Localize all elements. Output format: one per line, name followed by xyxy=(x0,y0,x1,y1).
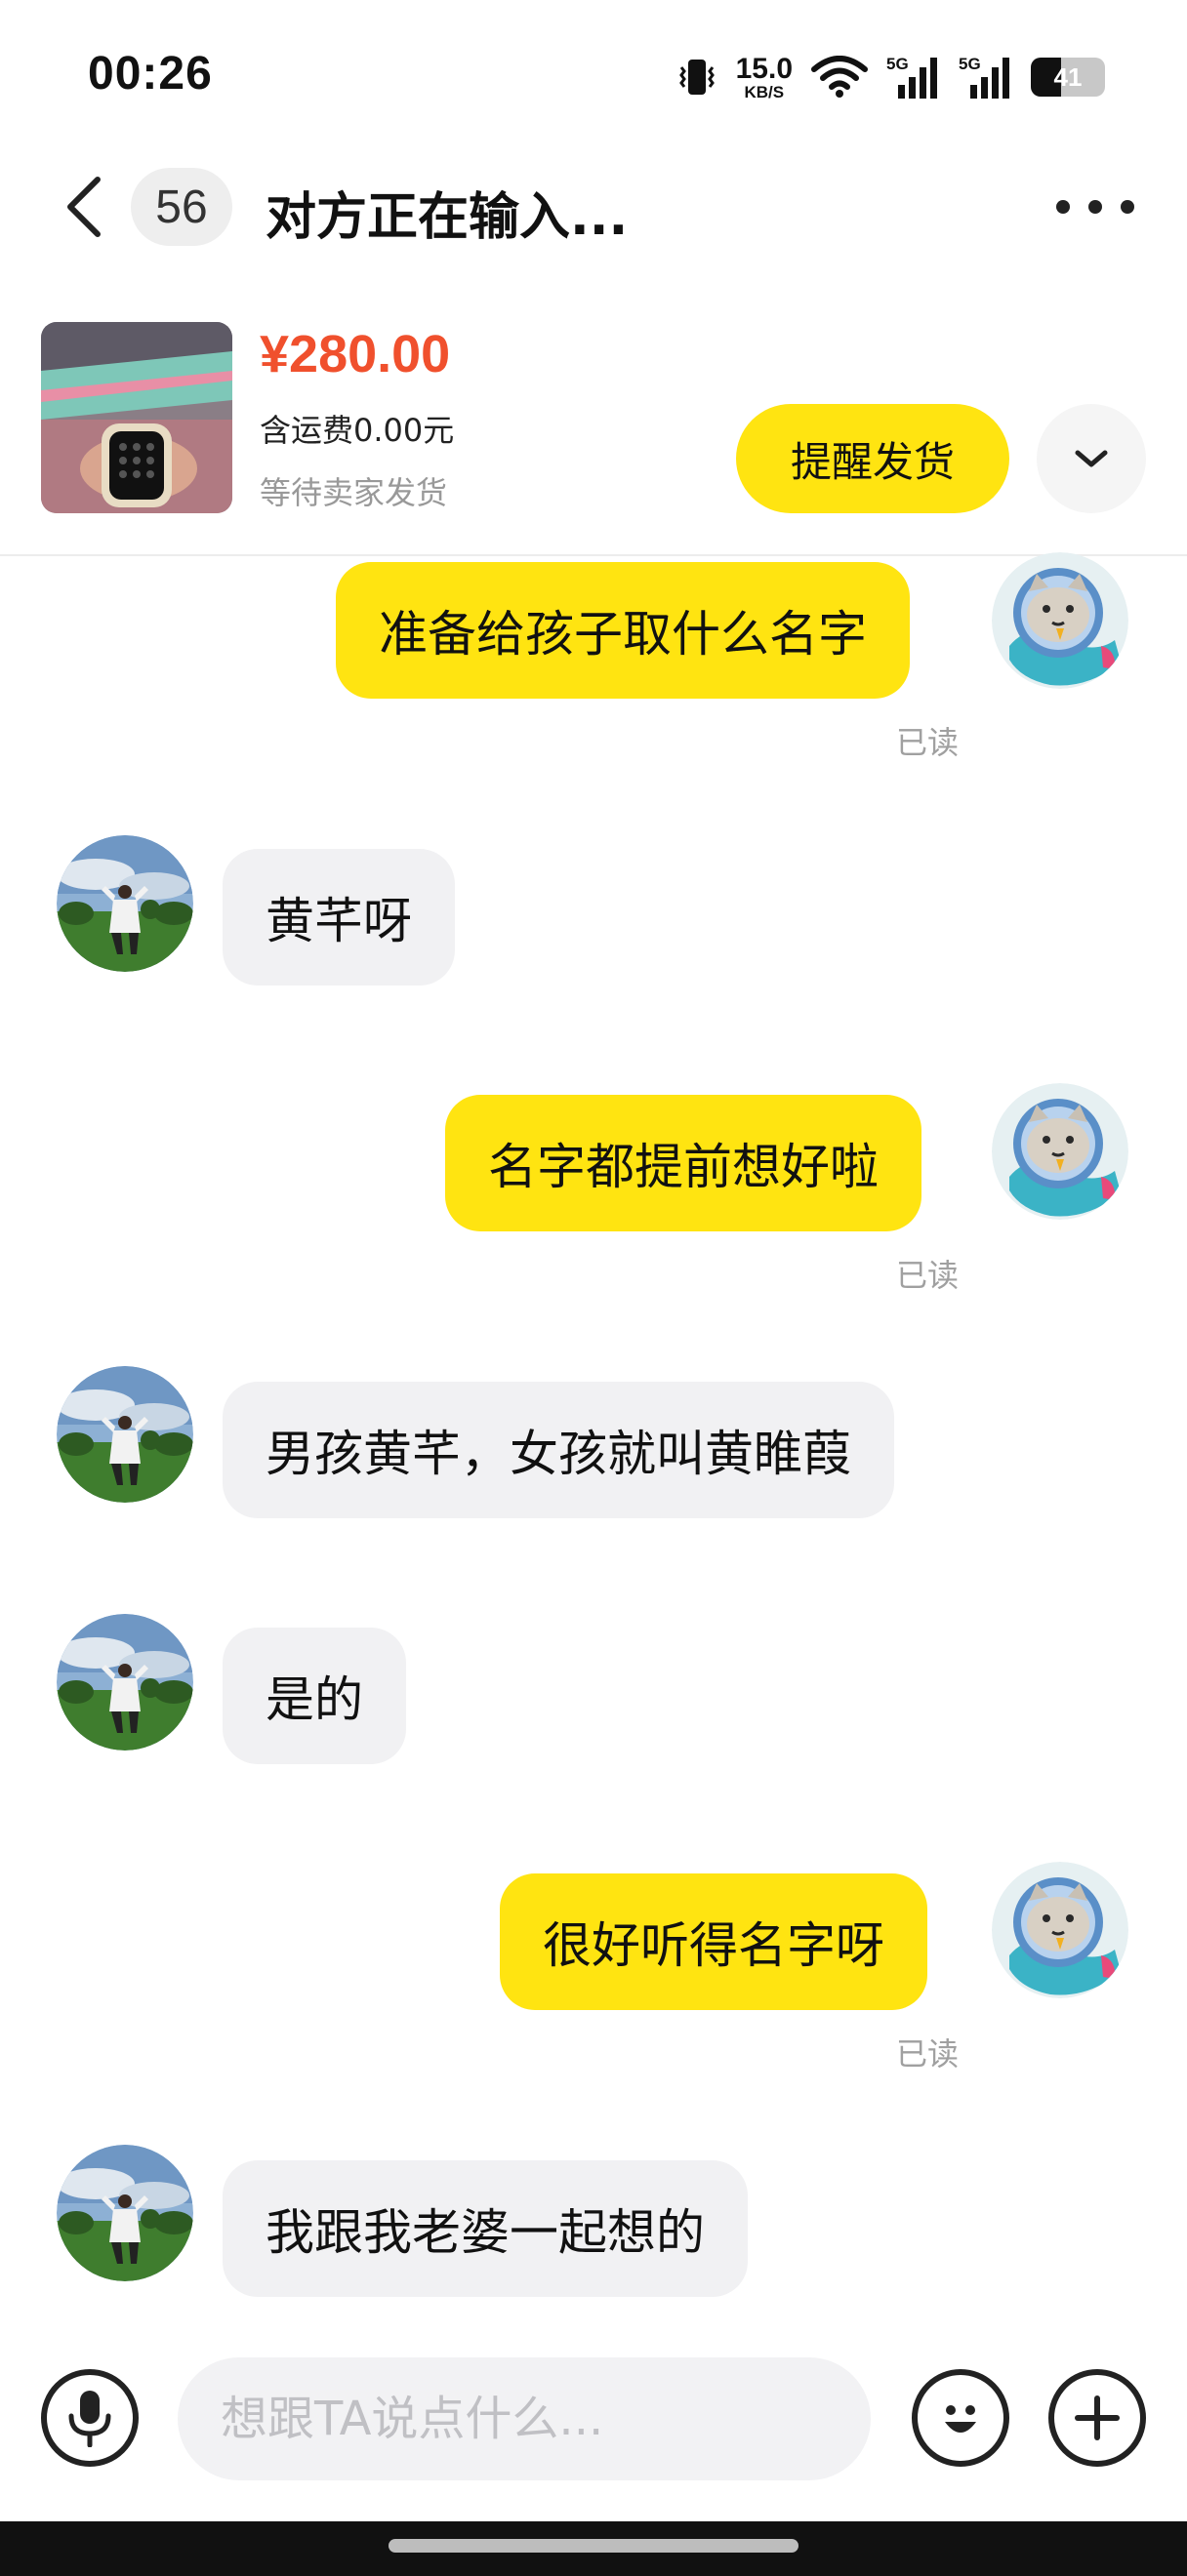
contact-avatar[interactable] xyxy=(57,2145,193,2281)
message-bubble-outgoing[interactable]: 准备给孩子取什么名字 xyxy=(336,562,910,699)
chevron-left-icon xyxy=(67,177,101,237)
wifi-icon xyxy=(810,56,869,99)
read-receipt: 已读 xyxy=(896,2035,960,2073)
input-bar xyxy=(0,2342,1187,2498)
unread-count-badge[interactable]: 56 xyxy=(131,168,232,246)
message-bubble-outgoing[interactable]: 很好听得名字呀 xyxy=(500,1873,927,2010)
more-options-button[interactable] xyxy=(1056,187,1134,226)
battery-icon: 41 xyxy=(1031,58,1105,97)
message-bubble-outgoing[interactable]: 名字都提前想好啦 xyxy=(445,1095,921,1231)
emoji-icon xyxy=(945,2405,976,2433)
navigation-bar xyxy=(0,2521,1187,2576)
contact-avatar[interactable] xyxy=(57,1366,193,1503)
voice-button[interactable] xyxy=(41,2369,139,2467)
signal1-label: 5G xyxy=(886,55,909,73)
read-receipt: 已读 xyxy=(896,1257,960,1294)
message-bubble-incoming[interactable]: 是的 xyxy=(223,1628,406,1764)
order-price: ¥280.00 xyxy=(260,325,451,383)
chat-screen: 00:26 15.0 KB/S 5G 5G 41 56 对方正在输入... ¥2… xyxy=(0,0,1187,2576)
more-dots-icon xyxy=(1056,200,1070,214)
message-bubble-incoming[interactable]: 我跟我老婆一起想的 xyxy=(223,2160,748,2297)
expand-order-button[interactable] xyxy=(1037,404,1146,513)
message-input[interactable] xyxy=(178,2357,871,2480)
microphone-icon xyxy=(68,2391,111,2447)
order-status: 等待卖家发货 xyxy=(260,474,448,511)
contact-avatar[interactable] xyxy=(57,1614,193,1751)
my-avatar[interactable] xyxy=(992,1083,1128,1220)
more-dots-icon xyxy=(1088,200,1102,214)
battery-level: 41 xyxy=(1053,61,1083,92)
battery-body: 41 xyxy=(1031,58,1105,97)
remind-shipping-button[interactable]: 提醒发货 xyxy=(736,404,1009,513)
more-dots-icon xyxy=(1121,200,1134,214)
emoji-button[interactable] xyxy=(912,2369,1009,2467)
page-title: 对方正在输入... xyxy=(266,188,629,247)
net-speed: 15.0 KB/S xyxy=(735,52,793,101)
plus-button[interactable] xyxy=(1048,2369,1146,2467)
net-speed-unit: KB/S xyxy=(744,82,785,101)
status-time: 00:26 xyxy=(88,48,213,100)
message-bubble-incoming[interactable]: 男孩黄芊，女孩就叫黄睢葭 xyxy=(223,1382,894,1518)
vibrate-icon xyxy=(675,56,718,99)
status-icons: 15.0 KB/S 5G 5G 41 xyxy=(675,51,1105,103)
message-bubble-incoming[interactable]: 黄芊呀 xyxy=(223,849,455,986)
order-card[interactable]: ¥280.00 含运费0.00元 等待卖家发货 提醒发货 xyxy=(0,312,1187,556)
plus-icon xyxy=(1075,2395,1120,2440)
net-speed-value: 15.0 xyxy=(735,52,793,85)
product-thumbnail[interactable] xyxy=(41,322,232,513)
status-bar: 00:26 15.0 KB/S 5G 5G 41 xyxy=(0,0,1187,146)
read-receipt: 已读 xyxy=(896,724,960,761)
home-indicator[interactable] xyxy=(389,2539,798,2553)
signal-5g-icon: 5G xyxy=(959,54,1013,101)
contact-avatar[interactable] xyxy=(57,835,193,972)
chevron-down-icon xyxy=(1075,450,1108,467)
signal-5g-icon: 5G xyxy=(886,54,941,101)
my-avatar[interactable] xyxy=(992,552,1128,689)
signal2-label: 5G xyxy=(959,55,981,73)
back-button[interactable] xyxy=(53,176,115,238)
order-shipping: 含运费0.00元 xyxy=(260,412,455,449)
chat-header: 56 对方正在输入... xyxy=(0,158,1187,256)
my-avatar[interactable] xyxy=(992,1862,1128,1998)
